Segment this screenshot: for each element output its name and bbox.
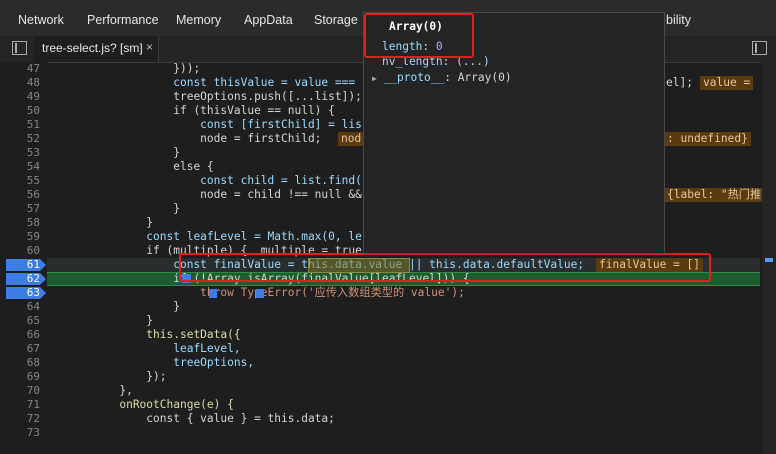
line-number[interactable]: 47 [0,62,44,76]
line-number-breakpoint[interactable]: 63 [0,286,44,300]
code-line[interactable]: }, [52,384,584,398]
inline-value: {label: "热门推 [664,188,765,202]
code-line[interactable]: this.setData({ [52,328,584,342]
code-line[interactable]: onRootChange(e) { [52,398,584,412]
line-number[interactable]: 58 [0,216,44,230]
tab-performance[interactable]: Performance [87,0,159,40]
scroll-marker [765,258,773,262]
annotation-box-line [179,253,711,282]
tab-network[interactable]: Network [18,0,64,40]
line-number-breakpoint[interactable]: 61 [0,258,44,272]
code-line[interactable]: } [52,314,584,328]
tab-appdata[interactable]: AppData [244,0,293,40]
inline-value: value = [700,76,754,90]
expand-arrow-icon[interactable]: ▶ [372,74,377,83]
close-icon[interactable]: × [146,40,153,54]
line-number[interactable]: 66 [0,328,44,342]
line-number[interactable]: 72 [0,412,44,426]
line-number[interactable]: 71 [0,398,44,412]
line-number[interactable]: 65 [0,314,44,328]
line-number[interactable]: 52 [0,132,44,146]
code-line-63[interactable]: throw TypeError('应传入数组类型的 value'); [52,286,584,300]
line-number[interactable]: 73 [0,426,44,440]
toggle-navigator-icon[interactable] [12,41,27,55]
line-numbers: 47 48 49 50 51 52 53 54 55 56 57 58 59 6… [0,62,44,440]
line-number[interactable]: 60 [0,244,44,258]
inline-code-tail: el]; [666,76,693,89]
line-number[interactable]: 69 [0,370,44,384]
tab-storage[interactable]: Storage [314,0,358,40]
tab-memory[interactable]: Memory [176,0,221,40]
code-line[interactable]: }); [52,370,584,384]
cursor-marker [209,289,217,298]
cursor-marker [256,289,264,298]
toggle-debugger-icon[interactable] [752,41,767,55]
line-number-breakpoint[interactable]: 62 [0,272,44,286]
line-number[interactable]: 67 [0,342,44,356]
code-line[interactable] [52,426,584,440]
line-number[interactable]: 50 [0,104,44,118]
line-number[interactable]: 48 [0,76,44,90]
tooltip-proto-row[interactable]: ▶ __proto__: Array(0) [372,71,512,84]
file-tab-label: tree-select.js? [sm] [42,41,143,55]
code-line[interactable]: leafLevel, [52,342,584,356]
proto-label: __proto__ [383,71,445,84]
line-number[interactable]: 49 [0,90,44,104]
line-number[interactable]: 64 [0,300,44,314]
code-line[interactable]: treeOptions, [52,356,584,370]
file-tab-tree-select[interactable]: tree-select.js? [sm] × [34,36,159,62]
editor-scrollbar[interactable] [762,62,776,454]
inline-value: : undefined} [664,132,751,146]
line-number[interactable]: 53 [0,146,44,160]
code-line[interactable]: } [52,300,584,314]
line-number[interactable]: 70 [0,384,44,398]
line-number[interactable]: 54 [0,160,44,174]
line-number[interactable]: 56 [0,188,44,202]
line-number[interactable]: 59 [0,230,44,244]
proto-value: Array(0) [457,71,512,84]
line-number[interactable]: 57 [0,202,44,216]
line-number[interactable]: 55 [0,174,44,188]
line-number[interactable]: 68 [0,356,44,370]
inline-value: nod [338,132,365,146]
annotation-box-tooltip [364,13,474,58]
tab-accessibility[interactable]: bility [666,0,691,40]
line-number[interactable]: 51 [0,118,44,132]
code-line[interactable]: const { value } = this.data; [52,412,584,426]
